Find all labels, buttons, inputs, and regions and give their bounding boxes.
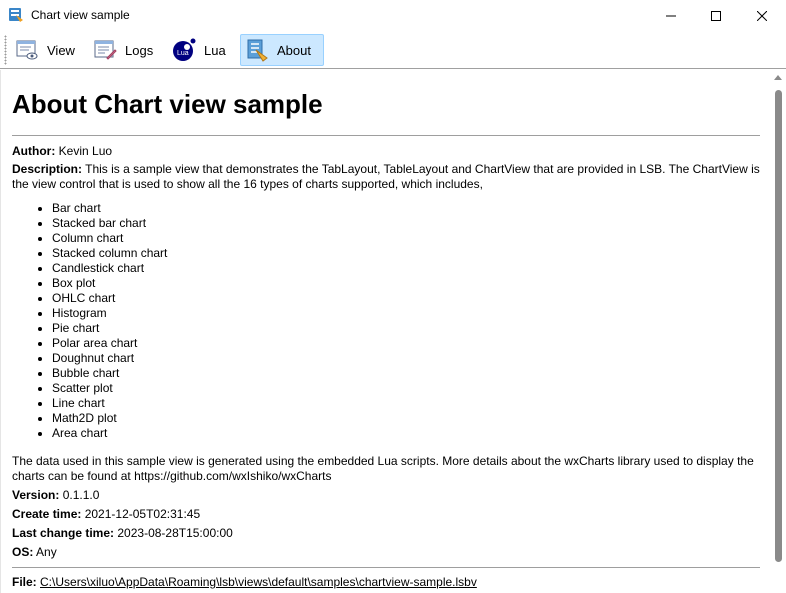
toolbar-grip[interactable] bbox=[4, 35, 7, 65]
toolbar-logs-button[interactable]: Logs bbox=[88, 34, 156, 66]
description-label: Description: bbox=[12, 162, 83, 176]
author-label: Author: bbox=[12, 144, 56, 158]
about-content: About Chart view sample Author: Kevin Lu… bbox=[0, 70, 786, 593]
page-title: About Chart view sample bbox=[12, 89, 323, 119]
os-value: Any bbox=[36, 545, 57, 559]
toolbar-lua-label: Lua bbox=[204, 42, 226, 58]
description-value: This is a sample view that demonstrates … bbox=[12, 162, 760, 191]
toolbar: View Logs Lua Lua About bbox=[0, 31, 786, 69]
os-label: OS: bbox=[12, 545, 34, 559]
last-change-row: Last change time: 2023-08-28T15:00:00 bbox=[12, 526, 762, 541]
toolbar-about-button[interactable]: About bbox=[240, 34, 324, 66]
svg-text:Lua: Lua bbox=[177, 50, 189, 57]
about-document: About Chart view sample Author: Kevin Lu… bbox=[12, 70, 762, 590]
file-row: File: C:\Users\xiluo\AppData\Roaming\lsb… bbox=[12, 575, 762, 590]
version-label: Version: bbox=[12, 488, 60, 502]
list-item: Math2D plot bbox=[52, 411, 762, 426]
close-icon bbox=[757, 10, 767, 21]
os-row: OS: Any bbox=[12, 545, 762, 560]
vertical-scrollbar[interactable] bbox=[770, 70, 786, 593]
minimize-button[interactable] bbox=[648, 0, 694, 31]
list-item: Doughnut chart bbox=[52, 351, 762, 366]
last-change-label: Last change time: bbox=[12, 526, 115, 540]
list-item: Scatter plot bbox=[52, 381, 762, 396]
file-label: File: bbox=[12, 575, 37, 589]
divider bbox=[12, 567, 760, 568]
list-item: Stacked bar chart bbox=[52, 216, 762, 231]
create-time-row: Create time: 2021-12-05T02:31:45 bbox=[12, 507, 762, 522]
list-item: OHLC chart bbox=[52, 291, 762, 306]
toolbar-view-label: View bbox=[47, 42, 75, 58]
file-path-link[interactable]: C:\Users\xiluo\AppData\Roaming\lsb\views… bbox=[40, 575, 477, 589]
create-time-label: Create time: bbox=[12, 507, 82, 521]
list-item: Polar area chart bbox=[52, 336, 762, 351]
toolbar-view-button[interactable]: View bbox=[10, 34, 78, 66]
scrollbar-thumb[interactable] bbox=[775, 90, 782, 562]
author-value: Kevin Luo bbox=[58, 144, 113, 158]
list-item: Pie chart bbox=[52, 321, 762, 336]
toolbar-about-label: About bbox=[277, 42, 311, 58]
lua-icon: Lua bbox=[172, 38, 196, 62]
list-item: Box plot bbox=[52, 276, 762, 291]
chart-app-icon bbox=[8, 7, 24, 23]
chart-types-list: Bar chart Stacked bar chart Column chart… bbox=[52, 201, 762, 441]
title-bar[interactable]: Chart view sample bbox=[0, 0, 786, 31]
author-row: Author: Kevin Luo bbox=[12, 144, 762, 159]
data-note: The data used in this sample view is gen… bbox=[12, 454, 754, 483]
maximize-button[interactable] bbox=[693, 0, 739, 31]
scroll-up-arrow-icon[interactable] bbox=[774, 75, 782, 80]
list-item: Bar chart bbox=[52, 201, 762, 216]
app-window: Chart view sample View Logs Lua Lua Abou… bbox=[0, 0, 786, 593]
view-icon bbox=[15, 38, 39, 62]
logs-icon bbox=[93, 38, 117, 62]
list-item: Area chart bbox=[52, 426, 762, 441]
toolbar-logs-label: Logs bbox=[125, 42, 154, 58]
window-title: Chart view sample bbox=[31, 8, 130, 22]
close-button[interactable] bbox=[739, 0, 785, 31]
about-icon bbox=[245, 38, 269, 62]
maximize-icon bbox=[711, 10, 721, 21]
list-item: Stacked column chart bbox=[52, 246, 762, 261]
list-item: Candlestick chart bbox=[52, 261, 762, 276]
version-value: 0.1.1.0 bbox=[62, 488, 100, 502]
create-time-value: 2021-12-05T02:31:45 bbox=[84, 507, 201, 521]
version-row: Version: 0.1.1.0 bbox=[12, 488, 762, 503]
divider bbox=[12, 135, 760, 136]
list-item: Histogram bbox=[52, 306, 762, 321]
minimize-icon bbox=[666, 15, 676, 16]
last-change-value: 2023-08-28T15:00:00 bbox=[117, 526, 233, 540]
list-item: Line chart bbox=[52, 396, 762, 411]
description-row: Description: This is a sample view that … bbox=[12, 162, 762, 192]
list-item: Bubble chart bbox=[52, 366, 762, 381]
list-item: Column chart bbox=[52, 231, 762, 246]
toolbar-lua-button[interactable]: Lua Lua bbox=[167, 34, 229, 66]
